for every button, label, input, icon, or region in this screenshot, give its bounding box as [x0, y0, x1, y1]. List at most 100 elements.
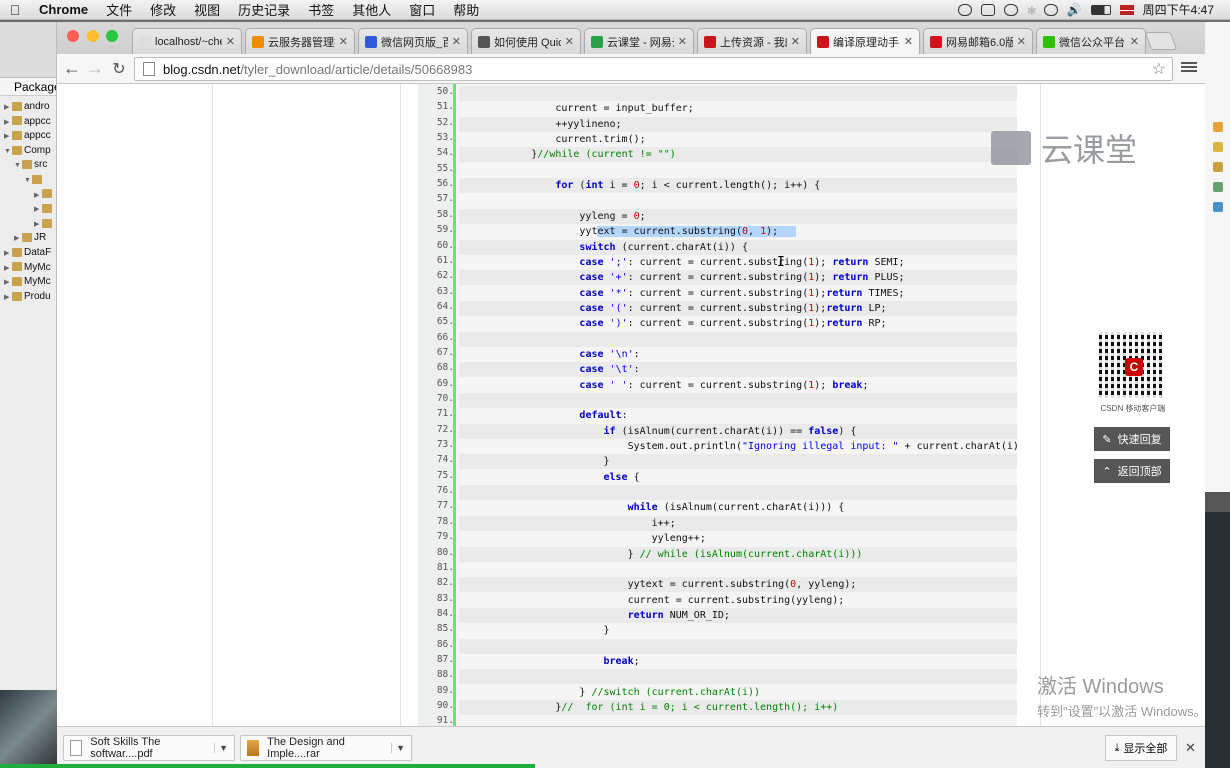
tab-close-icon[interactable]: ✕ — [565, 35, 574, 48]
twisty-icon[interactable]: ▼ — [4, 145, 12, 159]
folder-icon — [12, 277, 22, 287]
twisty-icon[interactable]: ▶ — [4, 276, 12, 290]
tab-close-icon[interactable]: ✕ — [904, 35, 913, 48]
tab-close-icon[interactable]: ✕ — [791, 35, 800, 48]
download-item-rar[interactable]: The Design and Imple....rar ▼ — [240, 735, 412, 761]
tab-close-icon[interactable]: ✕ — [452, 35, 461, 48]
package-tree-item[interactable]: ▶ MyMc — [0, 275, 56, 290]
back-to-top-button[interactable]: ⌃ 返回顶部 — [1094, 459, 1170, 483]
package-tree-item[interactable]: ▶ appcc — [0, 129, 56, 144]
package-tree-item[interactable]: ▶ Produ — [0, 290, 56, 305]
menu-bookmarks[interactable]: 书签 — [299, 0, 343, 19]
tab-2[interactable]: 微信网页版_百度 ✕ — [358, 28, 468, 54]
menubar-clock[interactable]: 周四下午4:47 — [1143, 1, 1214, 18]
twisty-icon[interactable]: ▶ — [14, 232, 22, 246]
tab-8[interactable]: 微信公众平台 ✕ — [1036, 28, 1146, 54]
tab-5[interactable]: 上传资源 - 我的 ✕ — [697, 28, 807, 54]
chrome-menu-icon[interactable] — [1181, 60, 1197, 76]
tab-1[interactable]: 云服务器管理控 ✕ — [245, 28, 355, 54]
wifi-icon[interactable] — [1043, 3, 1058, 16]
qr-caption: CSDN 移动客户端 — [1100, 404, 1166, 413]
tab-close-icon[interactable]: ✕ — [678, 35, 687, 48]
code-line: case '*': current = current.substring(1)… — [579, 287, 905, 299]
menu-people[interactable]: 其他人 — [343, 0, 400, 19]
close-shelf-icon[interactable]: ✕ — [1185, 740, 1196, 756]
tab-close-icon[interactable]: ✕ — [226, 35, 235, 48]
twisty-icon[interactable]: ▶ — [34, 203, 42, 217]
battery-icon[interactable] — [1090, 4, 1111, 15]
show-all-downloads-button[interactable]: ⤓ 显示全部 — [1105, 735, 1177, 761]
menu-help[interactable]: 帮助 — [444, 0, 488, 19]
tab-close-icon[interactable]: ✕ — [1017, 35, 1026, 48]
dropdown-arrow-icon[interactable]: ▼ — [214, 743, 228, 753]
package-tree-item[interactable]: ▶ MyMc — [0, 261, 56, 276]
twisty-icon[interactable]: ▼ — [24, 174, 32, 188]
line-number: 81. — [436, 561, 454, 573]
code-block[interactable]: 50. 51. 52. 53. 54. 55. 56. 57. 58. 59. 60. 61. 62. 6… — [418, 84, 1017, 726]
close-window-button[interactable] — [67, 30, 79, 42]
package-explorer-title[interactable]: Package — [0, 78, 56, 96]
back-arrow-icon[interactable]: ← — [61, 58, 83, 79]
twisty-icon[interactable]: ▶ — [4, 262, 12, 276]
forward-arrow-icon[interactable]: → — [84, 58, 106, 79]
record-icon[interactable] — [957, 3, 972, 16]
progress-strip — [0, 764, 535, 768]
dropdown-arrow-icon[interactable]: ▼ — [391, 743, 405, 753]
twisty-icon[interactable]: ▶ — [34, 218, 42, 232]
keyboard-icon[interactable] — [980, 3, 995, 16]
line-number: 86. — [436, 638, 454, 650]
menu-history[interactable]: 历史记录 — [229, 0, 299, 19]
twisty-icon[interactable]: ▶ — [4, 247, 12, 261]
code-line: yytext = current.substring(0, 1); — [459, 226, 797, 238]
menu-edit[interactable]: 修改 — [141, 0, 185, 19]
tab-6[interactable]: 编译原理动手实 ✕ — [810, 28, 920, 54]
new-tab-button[interactable] — [1144, 32, 1178, 50]
twisty-icon[interactable]: ▶ — [4, 130, 12, 144]
tab-label: localhost/~che — [155, 35, 222, 48]
menu-view[interactable]: 视图 — [185, 0, 229, 19]
tab-close-icon[interactable]: ✕ — [339, 35, 348, 48]
twisty-icon[interactable]: ▶ — [4, 101, 12, 115]
menu-file[interactable]: 文件 — [97, 0, 141, 19]
address-bar[interactable]: blog.csdn.net/tyler_download/article/det… — [134, 57, 1173, 81]
package-tree-item[interactable]: ▶ JR — [0, 231, 56, 246]
reload-icon[interactable]: ↻ — [108, 59, 130, 79]
twisty-icon[interactable]: ▼ — [14, 159, 22, 173]
zoom-window-button[interactable] — [106, 30, 118, 42]
cloud-class-logo-icon — [991, 131, 1031, 165]
package-tree-item[interactable]: ▶ — [0, 188, 56, 203]
quick-reply-button[interactable]: ✎ 快速回复 — [1094, 427, 1170, 451]
package-tree-item[interactable]: ▼ — [0, 173, 56, 188]
bookmark-star-icon[interactable]: ☆ — [1152, 59, 1166, 79]
code-line: current = input_buffer; — [459, 103, 694, 115]
package-tree-item[interactable]: ▶ — [0, 217, 56, 232]
tab-4[interactable]: 云课堂 - 网易云 ✕ — [584, 28, 694, 54]
menu-window[interactable]: 窗口 — [400, 0, 444, 19]
tab-3[interactable]: 如何使用 Quick ✕ — [471, 28, 581, 54]
package-tree-item[interactable]: ▶ DataF — [0, 246, 56, 261]
minimize-window-button[interactable] — [87, 30, 99, 42]
folder-icon — [42, 204, 52, 214]
tree-item-label: JR — [34, 232, 47, 244]
volume-icon[interactable]: 🔊 — [1067, 3, 1082, 17]
tab-7[interactable]: 网易邮箱6.0版 ✕ — [923, 28, 1033, 54]
bluetooth-icon[interactable]: ✱ — [1027, 4, 1037, 18]
input-flag-icon[interactable] — [1119, 4, 1134, 15]
twisty-icon[interactable]: ▶ — [4, 116, 12, 130]
package-tree-item[interactable]: ▼ Comp — [0, 144, 56, 159]
package-tree-item[interactable]: ▶ appcc — [0, 115, 56, 130]
time-machine-icon[interactable] — [1003, 3, 1018, 16]
tab-0[interactable]: localhost/~che ✕ — [132, 28, 242, 54]
twisty-icon[interactable]: ▶ — [4, 291, 12, 305]
twisty-icon[interactable]: ▶ — [34, 189, 42, 203]
package-tree-item[interactable]: ▶ andro — [0, 100, 56, 115]
tab-close-icon[interactable]: ✕ — [1130, 35, 1139, 48]
line-number: 90. — [436, 700, 454, 711]
apple-menu-icon[interactable]:  — [0, 2, 30, 18]
download-item-pdf[interactable]: Soft Skills The softwar....pdf ▼ — [63, 735, 235, 761]
package-tree-item[interactable]: ▶ — [0, 202, 56, 217]
tab-label: 微信公众平台 — [1059, 36, 1125, 49]
menu-app-name[interactable]: Chrome — [30, 2, 97, 17]
package-tree-item[interactable]: ▼ src — [0, 158, 56, 173]
